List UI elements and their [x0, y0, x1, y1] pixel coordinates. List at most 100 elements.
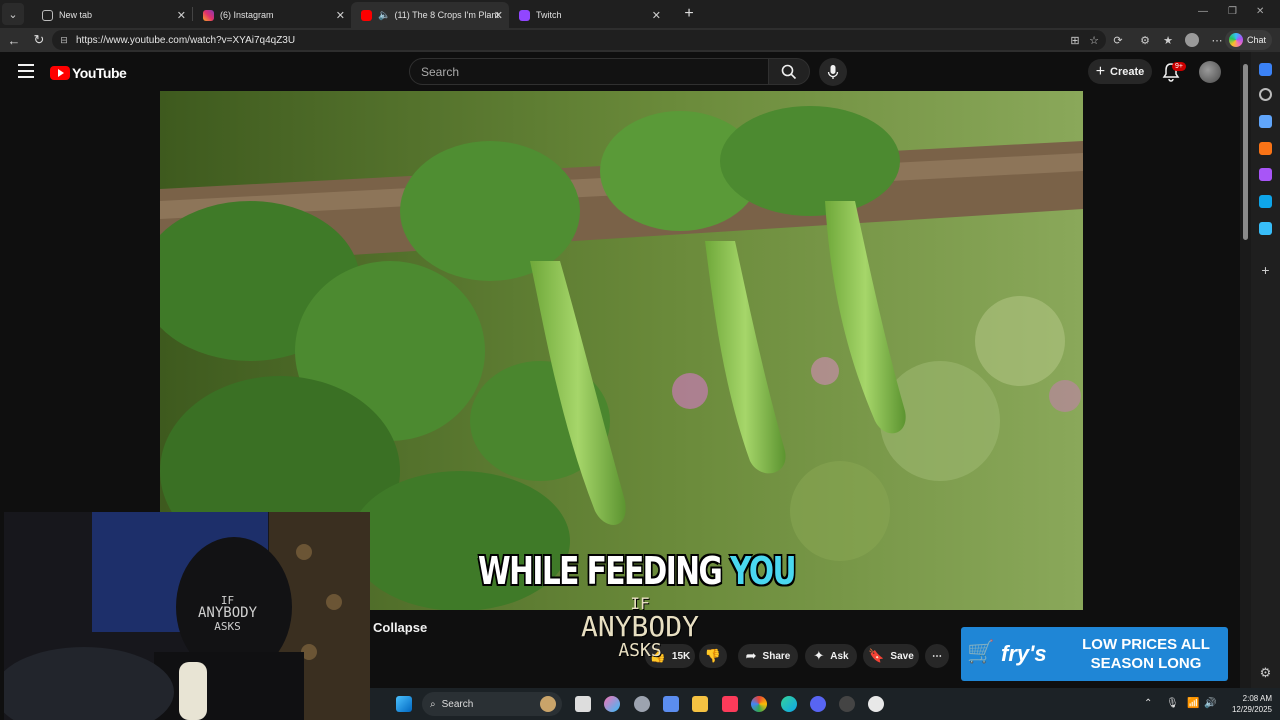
overlay-line-2: ANYBODY — [580, 610, 699, 643]
sidebar-settings-gear-icon[interactable]: ⚙ — [1259, 666, 1272, 679]
save-button[interactable]: 🔖 Save — [863, 644, 919, 668]
address-bar[interactable]: ⊟ https://www.youtube.com/watch?v=XYAi7q… — [52, 30, 1106, 50]
settings-taskbar-icon[interactable] — [634, 696, 650, 712]
tab-label: Twitch — [536, 10, 562, 20]
extensions-icon[interactable]: ⟳ — [1111, 33, 1125, 47]
tab-twitch[interactable]: Twitch ✕ — [509, 2, 667, 28]
new-tab-icon — [42, 9, 53, 21]
tab-label: (11) The 8 Crops I'm Planting — [394, 10, 499, 20]
search-placeholder: Search — [421, 64, 460, 79]
show-hidden-icons-icon[interactable]: ⌃ — [1144, 698, 1152, 709]
tab-youtube-video[interactable]: 🔈 (11) The 8 Crops I'm Planting ✕ — [351, 2, 509, 28]
shirt-line-3: ASKS — [214, 620, 241, 633]
close-tab-icon[interactable]: ✕ — [494, 9, 503, 22]
ask-button[interactable]: ✦ Ask — [805, 644, 857, 668]
notification-badge: 9+ — [1172, 62, 1186, 71]
caption-highlight-text: YOU — [729, 549, 797, 593]
tab-instagram[interactable]: (6) Instagram ✕ — [193, 2, 351, 28]
copilot-chat-button[interactable]: Chat — [1224, 30, 1272, 50]
app-available-icon[interactable]: ⊞ — [1068, 33, 1082, 47]
navigation-bar: ← ↻ ⊟ https://www.youtube.com/watch?v=XY… — [0, 28, 1280, 52]
volume-icon[interactable]: 🔊 — [1204, 698, 1216, 709]
file-explorer-icon[interactable] — [692, 696, 708, 712]
instagram-icon — [203, 9, 214, 21]
restore-icon[interactable]: ❐ — [1228, 6, 1237, 17]
youtube-favicon-icon — [361, 9, 372, 21]
clock-time: 2:08 AM — [1242, 694, 1272, 703]
bookmark-icon: 🔖 — [868, 648, 885, 663]
voice-search-button[interactable] — [819, 58, 847, 86]
widgets-icon[interactable] — [540, 696, 556, 712]
task-view-icon[interactable] — [575, 696, 591, 712]
more-actions-button[interactable]: ⋯ — [925, 644, 949, 668]
webcam-overlay: IF ANYBODY ASKS — [4, 512, 370, 720]
copilot-taskbar-icon[interactable] — [604, 696, 620, 712]
scrollbar-thumb[interactable] — [1243, 64, 1248, 240]
refresh-icon[interactable]: ↻ — [28, 29, 50, 51]
microphone-icon — [827, 65, 839, 79]
taskbar-search-label: Search — [441, 698, 474, 710]
profile-icon[interactable] — [1185, 33, 1199, 47]
taskbar-search-icon: ⌕ — [430, 698, 436, 710]
sidebar-search-icon[interactable] — [1259, 88, 1272, 101]
send-plane-icon[interactable] — [1259, 222, 1272, 235]
shopping-tag-icon[interactable] — [1259, 115, 1272, 128]
music-icon[interactable] — [722, 696, 738, 712]
more-dots-icon: ⋯ — [932, 650, 942, 662]
save-label: Save — [890, 650, 914, 662]
browser-tab-strip: ⌄ New tab ✕ (6) Instagram ✕ 🔈 (11) The 8… — [0, 0, 1280, 28]
copilot-icon — [1228, 33, 1243, 47]
page-scrollbar[interactable] — [1240, 52, 1251, 688]
chrome-icon[interactable] — [751, 696, 767, 712]
url-text: https://www.youtube.com/watch?v=XYAi7q4q… — [76, 34, 296, 46]
create-button[interactable]: + Create — [1088, 59, 1152, 84]
youtube-logo-text: YouTube — [72, 65, 127, 81]
media-player-icon[interactable] — [868, 696, 884, 712]
frys-advertisement[interactable]: 🛒 fry's LOW PRICES ALL SEASON LONG — [961, 627, 1228, 681]
minimize-icon[interactable]: — — [1198, 6, 1208, 17]
microphone-tray-icon[interactable]: 🎙 — [1166, 698, 1179, 709]
discord-icon[interactable] — [810, 696, 826, 712]
favorites-icon[interactable]: ★ — [1161, 33, 1175, 47]
favorite-star-icon[interactable]: ☆ — [1087, 33, 1101, 47]
tools-briefcase-icon[interactable] — [1259, 142, 1272, 155]
wifi-icon[interactable]: 📶 — [1187, 698, 1199, 709]
tab-list-chevron-icon[interactable]: ⌄ — [2, 3, 24, 25]
search-input[interactable]: Search — [409, 58, 769, 85]
create-label: Create — [1110, 65, 1145, 78]
caption-main-text: WHILE FEEDING — [478, 549, 730, 593]
system-clock[interactable]: 2:08 AM 12/29/2025 — [1232, 693, 1272, 715]
copilot-sidebar-icon[interactable] — [1259, 63, 1272, 76]
share-button[interactable]: ➦ Share — [738, 644, 798, 668]
close-tab-icon[interactable]: ✕ — [336, 9, 345, 22]
share-label: Share — [762, 650, 791, 662]
video-caption: WHILE FEEDING YOU — [478, 549, 797, 593]
shirt-print: IF ANYBODY ASKS — [198, 594, 257, 633]
close-window-icon[interactable]: ✕ — [1256, 6, 1264, 17]
hamburger-menu-icon[interactable] — [18, 64, 34, 78]
shopping-cart-icon: 🛒 — [967, 639, 995, 664]
more-options-icon[interactable]: ⋯ — [1210, 33, 1224, 47]
site-info-icon[interactable]: ⊟ — [58, 34, 70, 46]
add-sidebar-app-icon[interactable]: + — [1259, 263, 1272, 277]
tab-new-tab[interactable]: New tab ✕ — [32, 2, 192, 28]
games-icon[interactable] — [1259, 168, 1272, 181]
new-tab-plus-icon[interactable]: + — [679, 4, 699, 24]
close-tab-icon[interactable]: ✕ — [177, 9, 186, 22]
speaker-icon[interactable]: 🔈 — [378, 10, 390, 21]
clock-date: 12/29/2025 — [1231, 705, 1272, 714]
windows-start-icon[interactable] — [396, 696, 412, 712]
search-button[interactable] — [768, 58, 810, 85]
extension-puzzle-icon[interactable]: ⚙ — [1138, 33, 1152, 47]
store-icon[interactable] — [663, 696, 679, 712]
close-tab-icon[interactable]: ✕ — [652, 9, 661, 22]
ad-brand: fry's — [1001, 641, 1047, 666]
shirt-line-2: ANYBODY — [198, 605, 258, 621]
outlook-icon[interactable] — [1259, 195, 1272, 208]
collapse-description-button[interactable]: Collapse — [373, 620, 427, 635]
app-icon[interactable] — [839, 696, 855, 712]
back-arrow-icon[interactable]: ← — [3, 29, 25, 51]
account-avatar[interactable] — [1199, 61, 1221, 83]
edge-icon[interactable] — [781, 696, 797, 712]
youtube-logo[interactable]: YouTube — [50, 65, 127, 81]
